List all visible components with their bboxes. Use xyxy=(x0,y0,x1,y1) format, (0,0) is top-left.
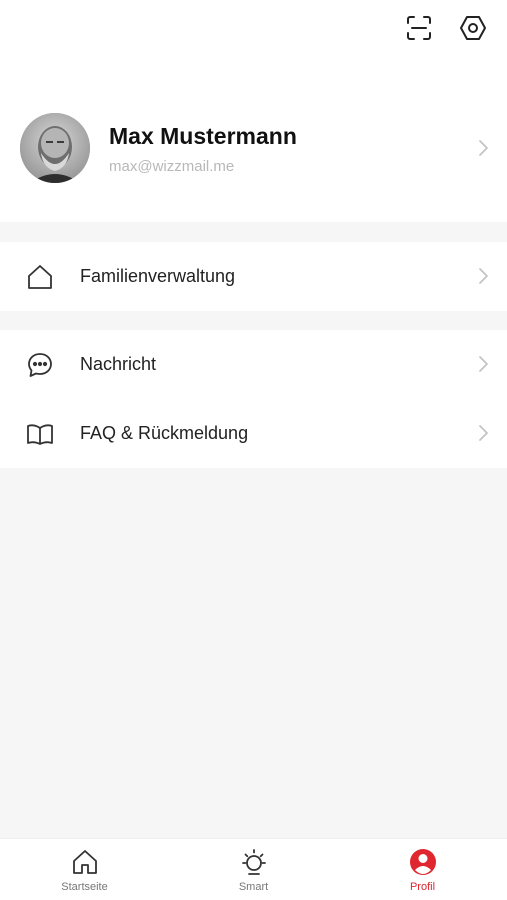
menu-item-label: FAQ & Rückmeldung xyxy=(80,423,249,443)
home-icon xyxy=(72,850,97,874)
sun-icon xyxy=(241,849,266,875)
menu-item-nachricht[interactable]: Nachricht xyxy=(0,330,507,399)
scan-button[interactable] xyxy=(403,12,435,44)
avatar[interactable] xyxy=(20,113,90,183)
menu-item-label: Familienverwaltung xyxy=(80,266,236,286)
profile-header: Max Mustermann max@wizzmail.me xyxy=(0,0,507,222)
message-bubble-icon xyxy=(28,352,52,377)
chevron-right-icon xyxy=(479,140,488,156)
tab-profil[interactable]: Profil xyxy=(338,839,507,900)
scan-icon xyxy=(407,16,431,40)
profile-icon xyxy=(409,849,436,875)
header-actions xyxy=(403,12,489,44)
tab-smart[interactable]: Smart xyxy=(169,839,338,900)
chevron-right-icon xyxy=(479,268,488,284)
menu-item-label: Nachricht xyxy=(80,354,157,374)
bottom-tab-bar: Startseite Smart Profil xyxy=(0,838,507,900)
tab-label: Profil xyxy=(409,881,436,893)
settings-button[interactable] xyxy=(457,12,489,44)
chevron-right-icon xyxy=(479,425,488,441)
settings-hexagon-icon xyxy=(460,16,486,40)
menu-group-support: Nachricht FAQ & Rückmeldung xyxy=(0,330,507,468)
user-name: Max Mustermann xyxy=(109,123,297,149)
tab-label: Smart xyxy=(238,881,269,893)
home-outline-icon xyxy=(28,264,52,289)
book-icon xyxy=(27,423,53,445)
menu-group-family: Familienverwaltung xyxy=(0,242,507,311)
profile-card[interactable]: Max Mustermann max@wizzmail.me xyxy=(0,96,507,200)
user-email: max@wizzmail.me xyxy=(109,158,235,175)
tab-label: Startseite xyxy=(61,881,108,893)
avatar-photo xyxy=(20,113,90,183)
menu-item-familienverwaltung[interactable]: Familienverwaltung xyxy=(0,242,507,311)
chevron-right-icon xyxy=(479,356,488,372)
tab-startseite[interactable]: Startseite xyxy=(0,839,169,900)
menu-item-faq[interactable]: FAQ & Rückmeldung xyxy=(0,399,507,468)
